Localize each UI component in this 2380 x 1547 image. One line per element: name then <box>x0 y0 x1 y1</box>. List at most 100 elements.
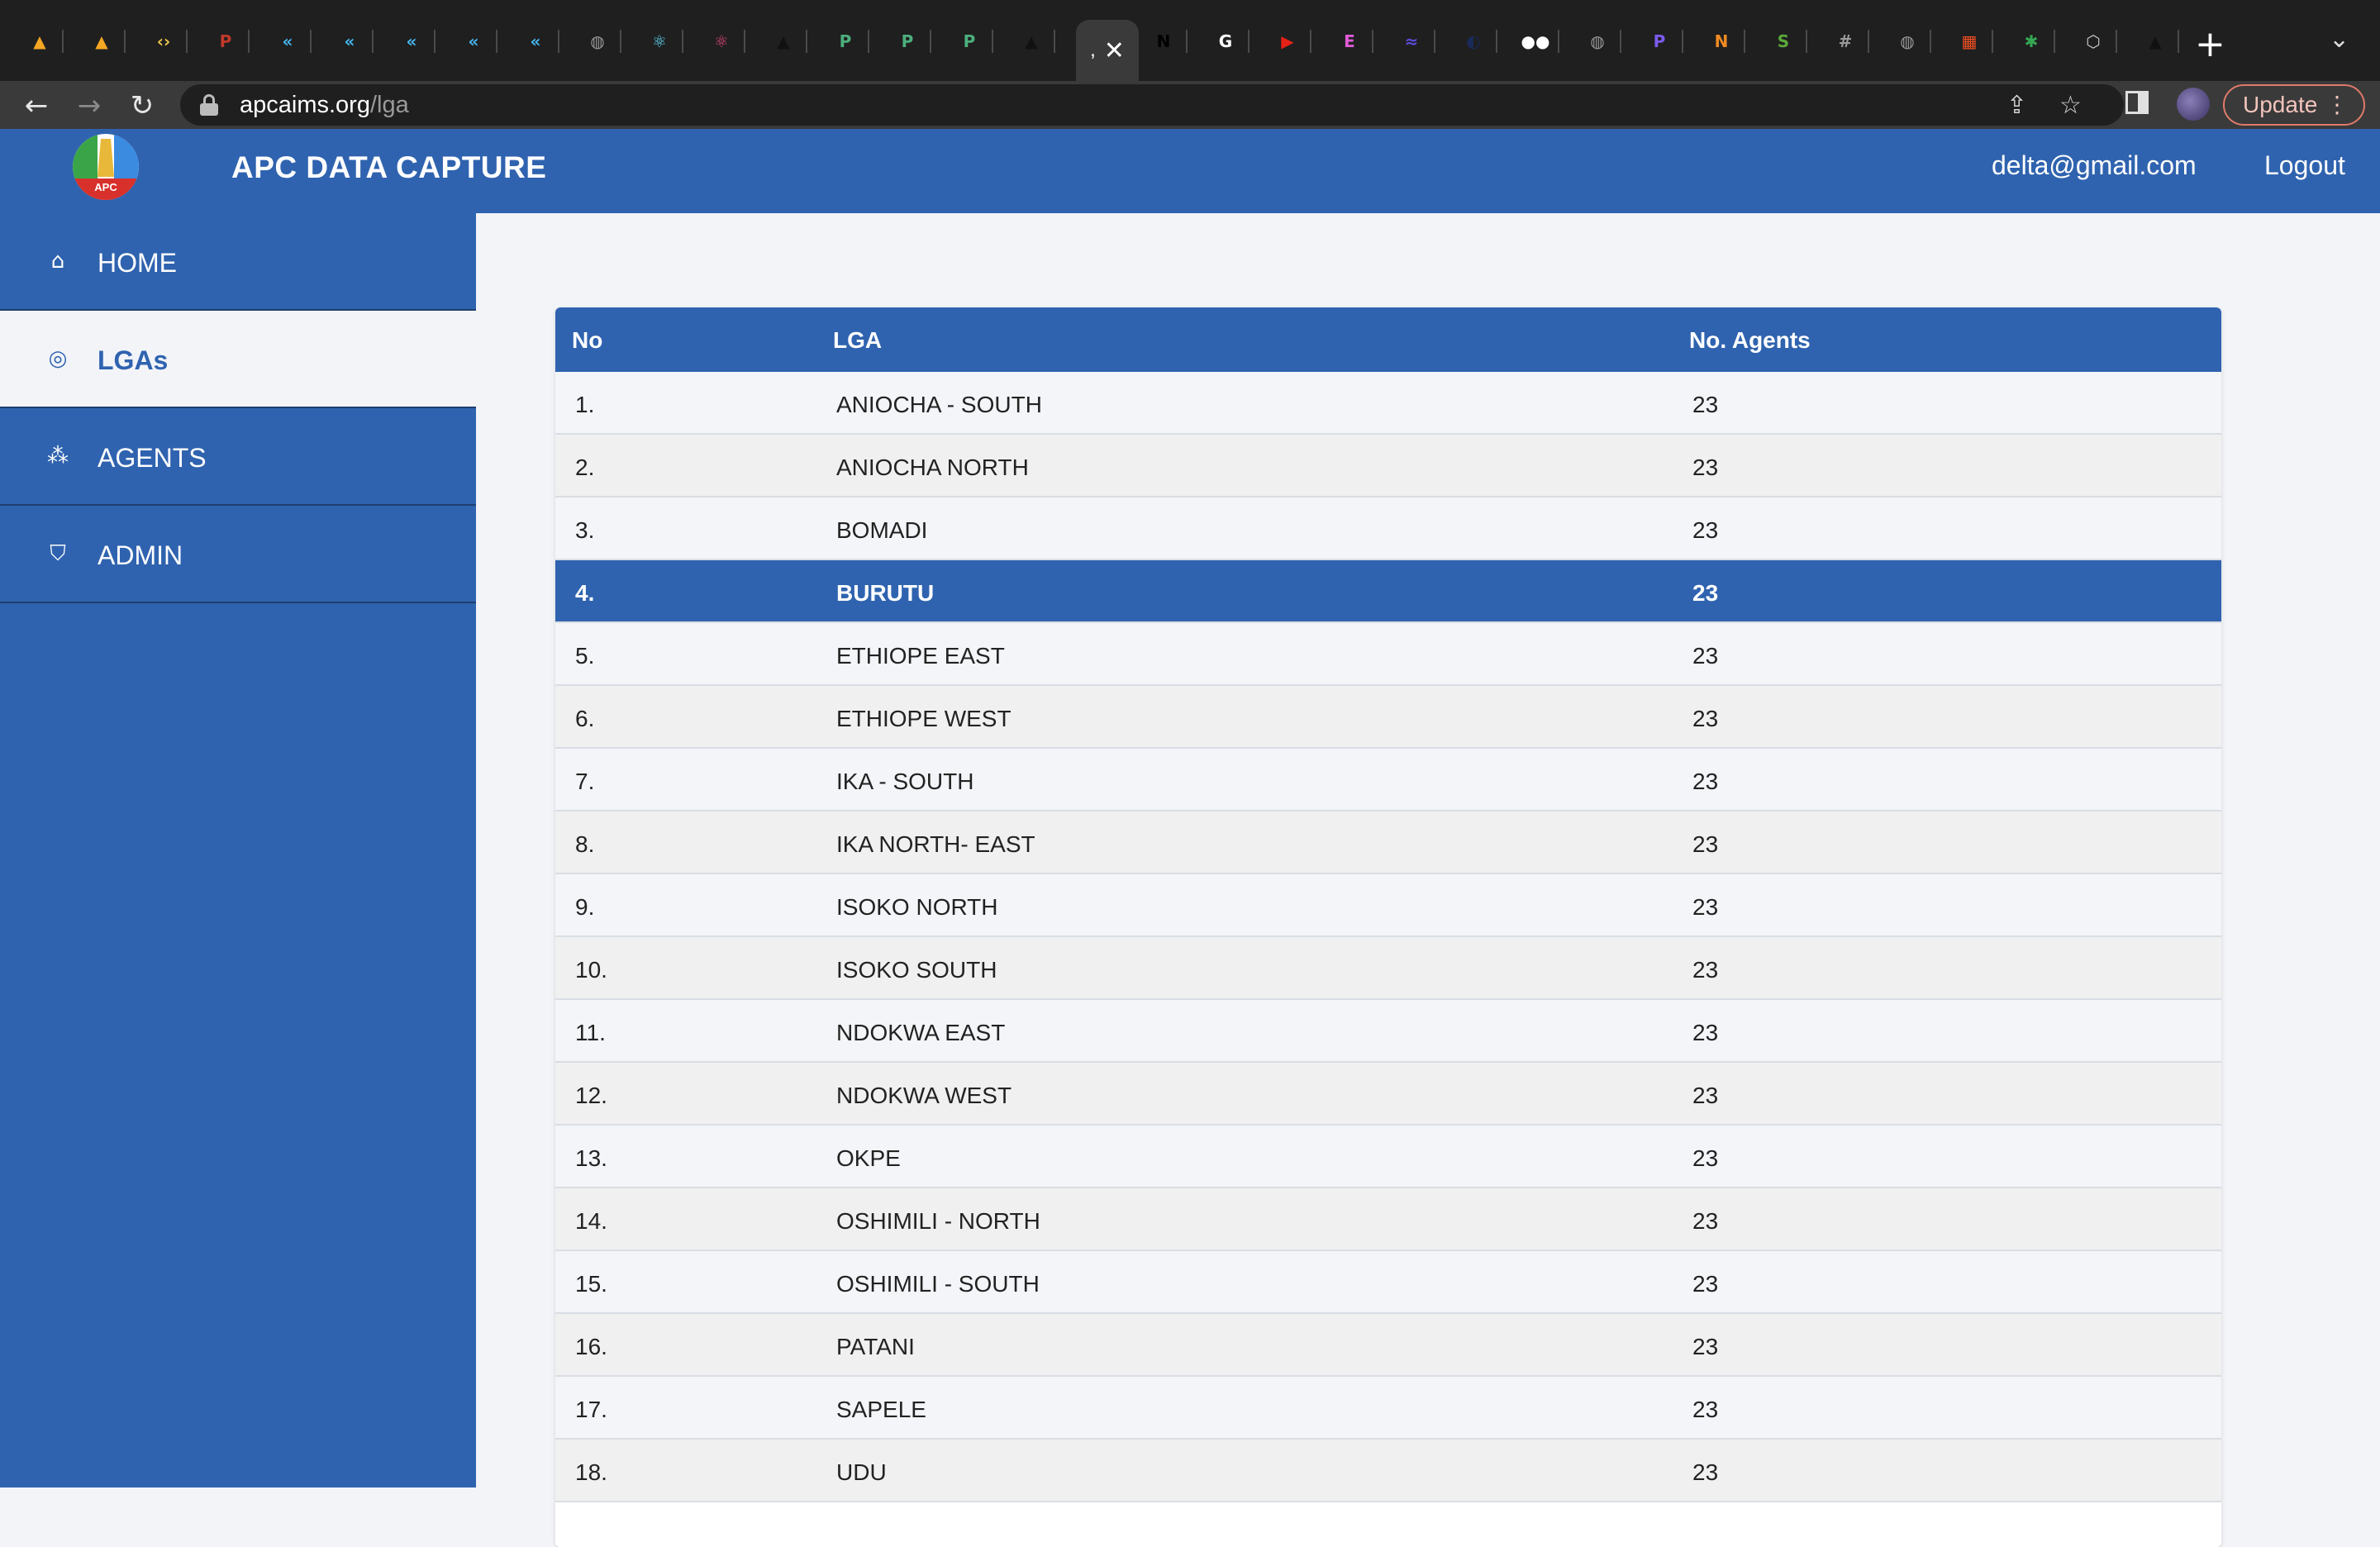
table-row[interactable]: 12. NDOKWA WEST 23 <box>555 1063 2221 1126</box>
forward-button[interactable]: → <box>69 86 109 126</box>
new-tab-button[interactable]: + <box>2195 23 2225 65</box>
table-row[interactable]: 13. OKPE 23 <box>555 1126 2221 1188</box>
table-row[interactable]: 7. IKA - SOUTH 23 <box>555 749 2221 812</box>
browser-tab[interactable]: # <box>1822 20 1869 63</box>
url-text[interactable]: apcaims.org/lga <box>240 92 409 119</box>
browser-tab[interactable]: ⬡ <box>2070 20 2117 63</box>
browser-tab[interactable]: ⚛ <box>698 20 745 63</box>
share-icon[interactable]: ⇪ <box>2006 91 2027 120</box>
update-label: Update <box>2243 92 2318 117</box>
browser-tab[interactable]: ✱ <box>2008 20 2055 63</box>
code-icon: ‹› <box>156 31 171 51</box>
cell-lga: NDOKWA EAST <box>836 1020 1006 1045</box>
globe-icon: ◍ <box>590 31 605 51</box>
back-button[interactable]: ← <box>17 86 56 126</box>
react-icon: ⚛ <box>714 31 729 51</box>
cell-lga: IKA NORTH- EAST <box>836 831 1035 857</box>
browser-tab[interactable]: ▲ <box>2132 20 2179 63</box>
header-lga[interactable]: LGA <box>833 327 882 354</box>
table-row[interactable]: 2. ANIOCHA NORTH 23 <box>555 435 2221 497</box>
browser-tab[interactable]: N <box>1140 20 1188 63</box>
table-row[interactable]: 5. ETHIOPE EAST 23 <box>555 623 2221 686</box>
pin-icon: ✱ <box>2024 31 2039 51</box>
table-row[interactable]: 11. NDOKWA EAST 23 <box>555 1000 2221 1063</box>
table-row[interactable]: 1. ANIOCHA - SOUTH 23 <box>555 372 2221 435</box>
browser-tab[interactable]: ▲ <box>1008 20 1055 63</box>
browser-tab[interactable]: N <box>1698 20 1745 63</box>
logout-link[interactable]: Logout <box>2264 150 2345 181</box>
sidebar-item-lgas[interactable]: ◎ LGAs <box>0 311 476 408</box>
browser-tab[interactable]: ⚛ <box>636 20 683 63</box>
cell-lga: BURUTU <box>836 580 935 606</box>
table-row[interactable]: 10. ISOKO SOUTH 23 <box>555 937 2221 1000</box>
nuz-icon: N <box>1714 31 1729 51</box>
browser-tab[interactable]: ◐ <box>1450 20 1497 63</box>
browser-tab[interactable]: ◍ <box>1884 20 1931 63</box>
address-bar[interactable]: apcaims.org/lga ⇪ ☆ <box>180 84 2124 126</box>
lock-icon[interactable] <box>200 94 218 116</box>
box-icon: ⬡ <box>2086 31 2101 51</box>
cell-lga: BOMADI <box>836 517 928 543</box>
browser-tab[interactable]: ‹› <box>140 20 188 63</box>
table-row[interactable]: 14. OSHIMILI - NORTH 23 <box>555 1188 2221 1251</box>
browser-tab[interactable]: « <box>264 20 312 63</box>
cell-no: 14. <box>575 1208 607 1234</box>
side-panel-icon[interactable] <box>2125 91 2149 114</box>
browser-tab[interactable]: « <box>326 20 374 63</box>
cell-no: 6. <box>575 706 595 731</box>
browser-tab[interactable]: P <box>1636 20 1683 63</box>
table-row[interactable]: 3. BOMADI 23 <box>555 497 2221 560</box>
cell-agents: 23 <box>1692 1083 1719 1108</box>
browser-tab[interactable]: ▲ <box>79 20 126 63</box>
firebase-icon: ▲ <box>95 31 108 51</box>
header-no[interactable]: No <box>572 327 602 354</box>
main-content: No LGA No. Agents 1. ANIOCHA - SOUTH 23 2. A… <box>476 213 2380 1547</box>
browser-tab[interactable]: ●● <box>1512 20 1559 63</box>
table-row[interactable]: 15. OSHIMILI - SOUTH 23 <box>555 1251 2221 1314</box>
browser-tab[interactable]: « <box>450 20 497 63</box>
tab-search-chevron-icon[interactable]: ⌄ <box>2329 25 2349 54</box>
profile-avatar[interactable] <box>2177 88 2210 121</box>
table-row[interactable]: 6. ETHIOPE WEST 23 <box>555 686 2221 749</box>
app-icon: E <box>1344 31 1355 51</box>
active-tab[interactable]: , ✕ <box>1076 20 1139 81</box>
table-row[interactable]: 9. ISOKO NORTH 23 <box>555 874 2221 937</box>
sidebar-item-label: HOME <box>98 248 177 278</box>
bookmark-star-icon[interactable]: ☆ <box>2059 91 2082 120</box>
table-row[interactable]: 4. BURUTU 23 <box>555 560 2221 623</box>
browser-tab[interactable]: ≈ <box>1388 20 1435 63</box>
browser-tab[interactable]: E <box>1326 20 1373 63</box>
browser-toolbar: ← → ↻ apcaims.org/lga ⇪ ☆ Update ⋮ <box>0 81 2380 129</box>
sidebar-item-admin[interactable]: ⛉ ADMIN <box>0 506 476 603</box>
sidebar-item-home[interactable]: ⌂ HOME <box>0 213 476 311</box>
google-icon: G <box>1218 31 1233 51</box>
browser-tab[interactable]: S <box>1760 20 1807 63</box>
sidebar-item-agents[interactable]: ⁂ AGENTS <box>0 408 476 506</box>
table-row[interactable]: 18. UDU 23 <box>555 1440 2221 1502</box>
browser-tab[interactable]: ◍ <box>574 20 621 63</box>
browser-tab[interactable]: ▦ <box>1946 20 1993 63</box>
browser-tab[interactable]: « <box>388 20 436 63</box>
table-row[interactable]: 16. PATANI 23 <box>555 1314 2221 1377</box>
close-tab-icon[interactable]: ✕ <box>1104 36 1125 65</box>
browser-menu-icon[interactable]: ⋮ <box>2325 91 2349 118</box>
table-row[interactable]: 8. IKA NORTH- EAST 23 <box>555 812 2221 874</box>
browser-tab[interactable]: ▲ <box>760 20 807 63</box>
browser-tab[interactable]: ▶ <box>1264 20 1311 63</box>
browser-tab[interactable]: ▲ <box>17 20 64 63</box>
cell-no: 5. <box>575 643 595 669</box>
table-row[interactable]: 17. SAPELE 23 <box>555 1377 2221 1440</box>
update-button[interactable]: Update ⋮ <box>2223 84 2365 126</box>
user-email: delta@gmail.com <box>1992 150 2197 180</box>
browser-tab[interactable]: P <box>202 20 250 63</box>
browser-tab[interactable]: ◍ <box>1574 20 1621 63</box>
browser-tab[interactable]: « <box>512 20 559 63</box>
cell-agents: 23 <box>1692 1020 1719 1045</box>
browser-tab[interactable]: P <box>822 20 869 63</box>
reload-button[interactable]: ↻ <box>122 86 162 126</box>
cell-agents: 23 <box>1692 392 1719 417</box>
browser-tab[interactable]: P <box>884 20 931 63</box>
browser-tab[interactable]: G <box>1202 20 1250 63</box>
browser-tab[interactable]: P <box>946 20 993 63</box>
header-agents[interactable]: No. Agents <box>1689 327 1811 354</box>
